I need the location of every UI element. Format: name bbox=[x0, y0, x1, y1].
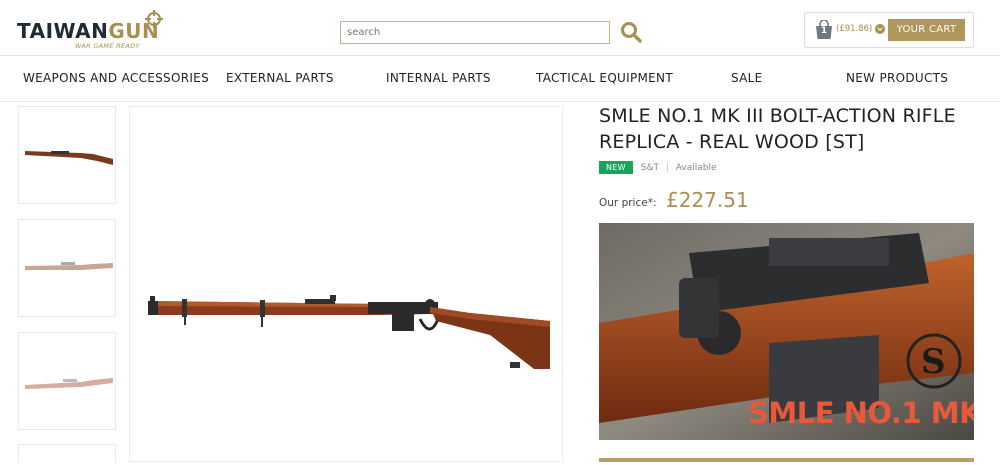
cart-widget[interactable]: 1 (£91.86) YOUR CART bbox=[804, 12, 974, 48]
rifle-thumbnail-image bbox=[25, 378, 113, 389]
product-meta: NEW S&T | Available bbox=[599, 161, 717, 175]
product-thumbnail-1[interactable] bbox=[18, 106, 116, 204]
price-label: Our price*: bbox=[599, 197, 657, 209]
meta-separator: | bbox=[665, 163, 669, 173]
rifle-main-image bbox=[148, 295, 550, 369]
logo-text: TAIWANGUN bbox=[17, 19, 159, 43]
product-thumbnail-2[interactable] bbox=[18, 219, 116, 317]
nav-item-new-products[interactable]: NEW PRODUCTS bbox=[846, 71, 948, 85]
logo-brand-part1: TAIWAN bbox=[17, 19, 109, 43]
product-thumbnail-3[interactable] bbox=[18, 332, 116, 430]
nav-item-external-parts[interactable]: EXTERNAL PARTS bbox=[226, 71, 334, 85]
nav-item-sale[interactable]: SALE bbox=[731, 71, 763, 85]
nav-item-tactical-equipment[interactable]: TACTICAL EQUIPMENT bbox=[536, 71, 673, 85]
cart-count: 1 bbox=[820, 26, 828, 36]
chevron-down-icon[interactable] bbox=[875, 24, 885, 34]
main-nav: WEAPONS AND ACCESSORIES EXTERNAL PARTS I… bbox=[0, 56, 1000, 102]
product-title: SMLE NO.1 MK III BOLT-ACTION RIFLE REPLI… bbox=[599, 105, 956, 153]
logo-crosshair-icon bbox=[145, 10, 163, 28]
site-logo[interactable]: TAIWANGUN WAR GAME READY bbox=[17, 10, 167, 50]
svg-text:S: S bbox=[921, 342, 946, 382]
logo-tagline: WAR GAME READY bbox=[75, 42, 140, 50]
product-brand[interactable]: S&T bbox=[641, 163, 659, 173]
product-price: £227.51 bbox=[666, 188, 749, 212]
product-thumbnail-4[interactable] bbox=[18, 444, 116, 462]
your-cart-button[interactable]: YOUR CART bbox=[888, 19, 965, 41]
header: TAIWANGUN WAR GAME READY 1 (£91.86) YOUR… bbox=[0, 0, 1000, 56]
banner-heading: SMLE NO.1 MK III bbox=[748, 396, 974, 430]
new-badge: NEW bbox=[599, 161, 633, 174]
main-product-image[interactable] bbox=[129, 106, 563, 462]
rifle-thumbnail-image bbox=[25, 151, 113, 165]
divider bbox=[599, 458, 974, 462]
nav-item-internal-parts[interactable]: INTERNAL PARTS bbox=[386, 71, 491, 85]
rifle-thumbnail-image bbox=[25, 262, 113, 270]
product-banner-image: S SMLE NO.1 MK III bbox=[599, 223, 974, 440]
cart-total: (£91.86) bbox=[836, 24, 873, 34]
nav-item-weapons-and-accessories[interactable]: WEAPONS AND ACCESSORIES bbox=[23, 71, 209, 85]
availability-status: Available bbox=[675, 163, 717, 173]
search-icon[interactable] bbox=[619, 20, 643, 44]
search-input[interactable] bbox=[340, 21, 610, 44]
